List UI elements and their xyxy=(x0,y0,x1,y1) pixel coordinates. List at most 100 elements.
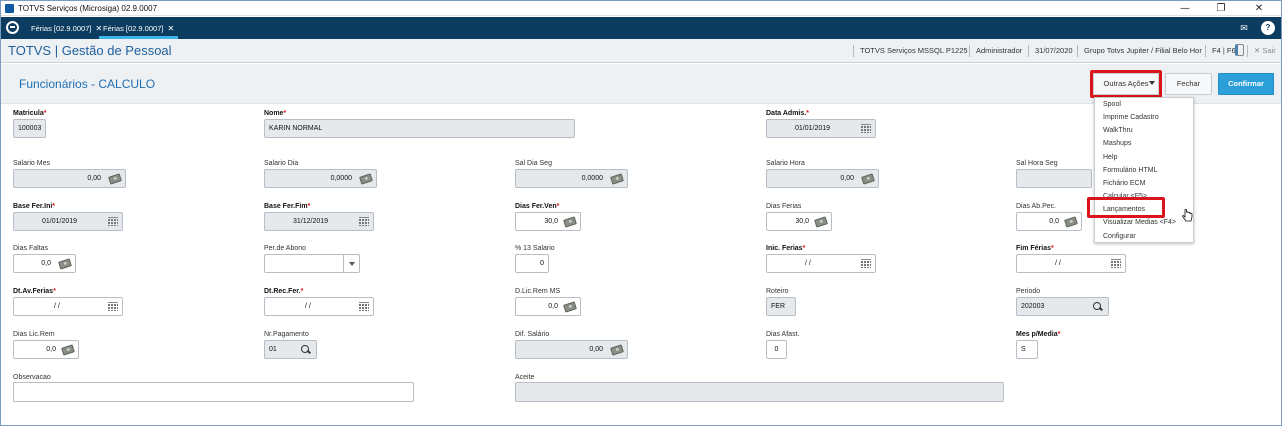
menu-item-formulario-html[interactable]: Formulário HTML xyxy=(1103,167,1157,174)
roteiro-field[interactable]: FER xyxy=(766,297,796,316)
data-admis-label: Data Admis.* xyxy=(766,110,809,117)
date-info[interactable]: 31/07/2020 xyxy=(1028,45,1073,57)
dias-lic-rem-field[interactable]: 0,0 xyxy=(13,340,79,359)
dias-afast-field[interactable]: 0 xyxy=(766,340,787,359)
panel-toggle-icon[interactable] xyxy=(1235,44,1244,56)
dias-faltas-value: 0,0 xyxy=(41,260,51,267)
sal-dia-seg-field[interactable]: 0,0000 xyxy=(515,169,628,188)
aceite-label: Aceite xyxy=(515,374,535,381)
menu-item-lancamentos[interactable]: Lançamentos xyxy=(1103,206,1145,213)
money-icon[interactable] xyxy=(563,216,577,228)
nr-pagamento-field[interactable]: 01 xyxy=(264,340,317,359)
menu-item-mashups[interactable]: Mashups xyxy=(1103,140,1131,147)
periodo-value: 202003 xyxy=(1021,303,1045,310)
matricula-label: Matricula* xyxy=(13,110,47,117)
pct-13-salario-field[interactable]: 0 xyxy=(515,254,549,273)
menu-item-fichario-ecm[interactable]: Fichário ECM xyxy=(1103,180,1145,187)
other-actions-button[interactable]: Outras Ações xyxy=(1093,73,1159,95)
chevron-down-icon xyxy=(1149,81,1155,85)
totvs-logo-icon[interactable] xyxy=(6,21,19,34)
money-icon[interactable] xyxy=(1064,216,1078,228)
branch-info[interactable]: Grupo Totvs Jupiter / Filial Belo Hor xyxy=(1077,45,1202,57)
mes-p-media-field[interactable]: S xyxy=(1016,340,1038,359)
salario-hora-field[interactable]: 0,00 xyxy=(766,169,879,188)
restore-button[interactable]: ❐ xyxy=(1207,2,1235,15)
base-fer-fim-field[interactable]: 31/12/2019 xyxy=(264,212,374,231)
calendar-icon[interactable] xyxy=(108,217,118,226)
dias-lic-rem-label: Dias Lic.Rem xyxy=(13,331,55,338)
menu-item-help[interactable]: Help xyxy=(1103,154,1117,161)
salario-dia-field[interactable]: 0,0000 xyxy=(264,169,377,188)
menu-item-calcular[interactable]: Calcular <F5> xyxy=(1103,193,1147,200)
close-window-button[interactable]: ✕ xyxy=(1245,2,1273,15)
money-icon[interactable] xyxy=(563,301,577,313)
money-icon[interactable] xyxy=(108,173,122,185)
dias-ab-pec-value: 0,0 xyxy=(1049,218,1059,225)
money-icon[interactable] xyxy=(610,173,624,185)
dif-salario-field[interactable]: 0,00 xyxy=(515,340,628,359)
money-icon[interactable] xyxy=(58,258,72,270)
close-button[interactable]: Fechar xyxy=(1165,73,1212,95)
tab-ferias-1[interactable]: Férias [02.9.0007] ✕ xyxy=(27,20,106,39)
money-icon[interactable] xyxy=(861,173,875,185)
observacao-field[interactable] xyxy=(13,382,414,402)
mes-p-media-label: Mes p/Media* xyxy=(1016,331,1061,338)
menu-item-spool[interactable]: Spool xyxy=(1103,101,1121,108)
tab-ferias-2[interactable]: Férias [02.9.0007] ✕ xyxy=(99,20,179,39)
dt-rec-fer-label: Dt.Rec.Fer.* xyxy=(264,288,304,295)
chevron-down-icon[interactable] xyxy=(343,255,359,272)
sal-hora-seg-field[interactable] xyxy=(1016,169,1092,188)
user-info[interactable]: Administrador xyxy=(969,45,1022,57)
minimize-button[interactable]: — xyxy=(1171,2,1199,15)
tab-bar: Férias [02.9.0007] ✕ Férias [02.9.0007] ✕ … xyxy=(1,17,1281,39)
observacao-label: Observacao xyxy=(13,374,51,381)
salario-mes-field[interactable]: 0,00 xyxy=(13,169,126,188)
dt-av-ferias-value: / / xyxy=(54,303,60,310)
search-icon[interactable] xyxy=(301,345,310,354)
calendar-icon[interactable] xyxy=(861,259,871,268)
inic-ferias-field[interactable]: / / xyxy=(766,254,876,273)
salario-mes-label: Salario Mes xyxy=(13,160,50,167)
per-abono-select[interactable] xyxy=(264,254,360,273)
money-icon[interactable] xyxy=(814,216,828,228)
mail-icon[interactable]: ✉ xyxy=(1237,21,1251,35)
menu-item-imprime-cadastro[interactable]: Imprime Cadastro xyxy=(1103,114,1159,121)
base-fer-ini-field[interactable]: 01/01/2019 xyxy=(13,212,123,231)
data-admis-field[interactable]: 01/01/2019 xyxy=(766,119,876,138)
aceite-field[interactable] xyxy=(515,382,1004,402)
tab-close-icon[interactable]: ✕ xyxy=(167,24,174,33)
calendar-icon[interactable] xyxy=(1111,259,1121,268)
dias-ab-pec-field[interactable]: 0,0 xyxy=(1016,212,1082,231)
dt-av-ferias-field[interactable]: / / xyxy=(13,297,123,316)
logout-label: Sair xyxy=(1262,46,1276,55)
fim-ferias-value: / / xyxy=(1055,260,1061,267)
calendar-icon[interactable] xyxy=(861,124,871,133)
roteiro-label: Roteiro xyxy=(766,288,789,295)
environment-info[interactable]: TOTVS Serviços MSSQL P1225 xyxy=(853,45,968,57)
menu-item-configurar[interactable]: Configurar xyxy=(1103,233,1136,240)
dt-rec-fer-field[interactable]: / / xyxy=(264,297,374,316)
dias-ferias-field[interactable]: 30,0 xyxy=(766,212,832,231)
calendar-icon[interactable] xyxy=(108,302,118,311)
money-icon[interactable] xyxy=(359,173,373,185)
confirm-button[interactable]: Confirmar xyxy=(1218,73,1274,95)
nome-field[interactable]: KARIN NORMAL xyxy=(264,119,575,138)
calendar-icon[interactable] xyxy=(359,217,369,226)
fim-ferias-field[interactable]: / / xyxy=(1016,254,1126,273)
matricula-field[interactable]: 100003 xyxy=(13,119,46,138)
periodo-field[interactable]: 202003 xyxy=(1016,297,1109,316)
help-icon[interactable]: ? xyxy=(1261,21,1275,35)
money-icon[interactable] xyxy=(61,344,75,356)
menu-item-visualizar-medias[interactable]: Visualizar Medias <F4> xyxy=(1103,219,1176,226)
nr-pagamento-label: Nr.Pagamento xyxy=(264,331,309,338)
menu-item-walkthru[interactable]: WalkThru xyxy=(1103,127,1133,134)
calendar-icon[interactable] xyxy=(359,302,369,311)
search-icon[interactable] xyxy=(1093,302,1102,311)
d-lic-rem-ms-field[interactable]: 0,0 xyxy=(515,297,581,316)
money-icon[interactable] xyxy=(610,344,624,356)
base-fer-fim-value: 31/12/2019 xyxy=(293,218,329,225)
logout-button[interactable]: ✕ Sair xyxy=(1247,45,1276,57)
shortcut-keys-info[interactable]: F4 | F6 xyxy=(1205,45,1236,57)
dias-faltas-field[interactable]: 0,0 xyxy=(13,254,76,273)
dias-fer-ven-field[interactable]: 30,0 xyxy=(515,212,581,231)
